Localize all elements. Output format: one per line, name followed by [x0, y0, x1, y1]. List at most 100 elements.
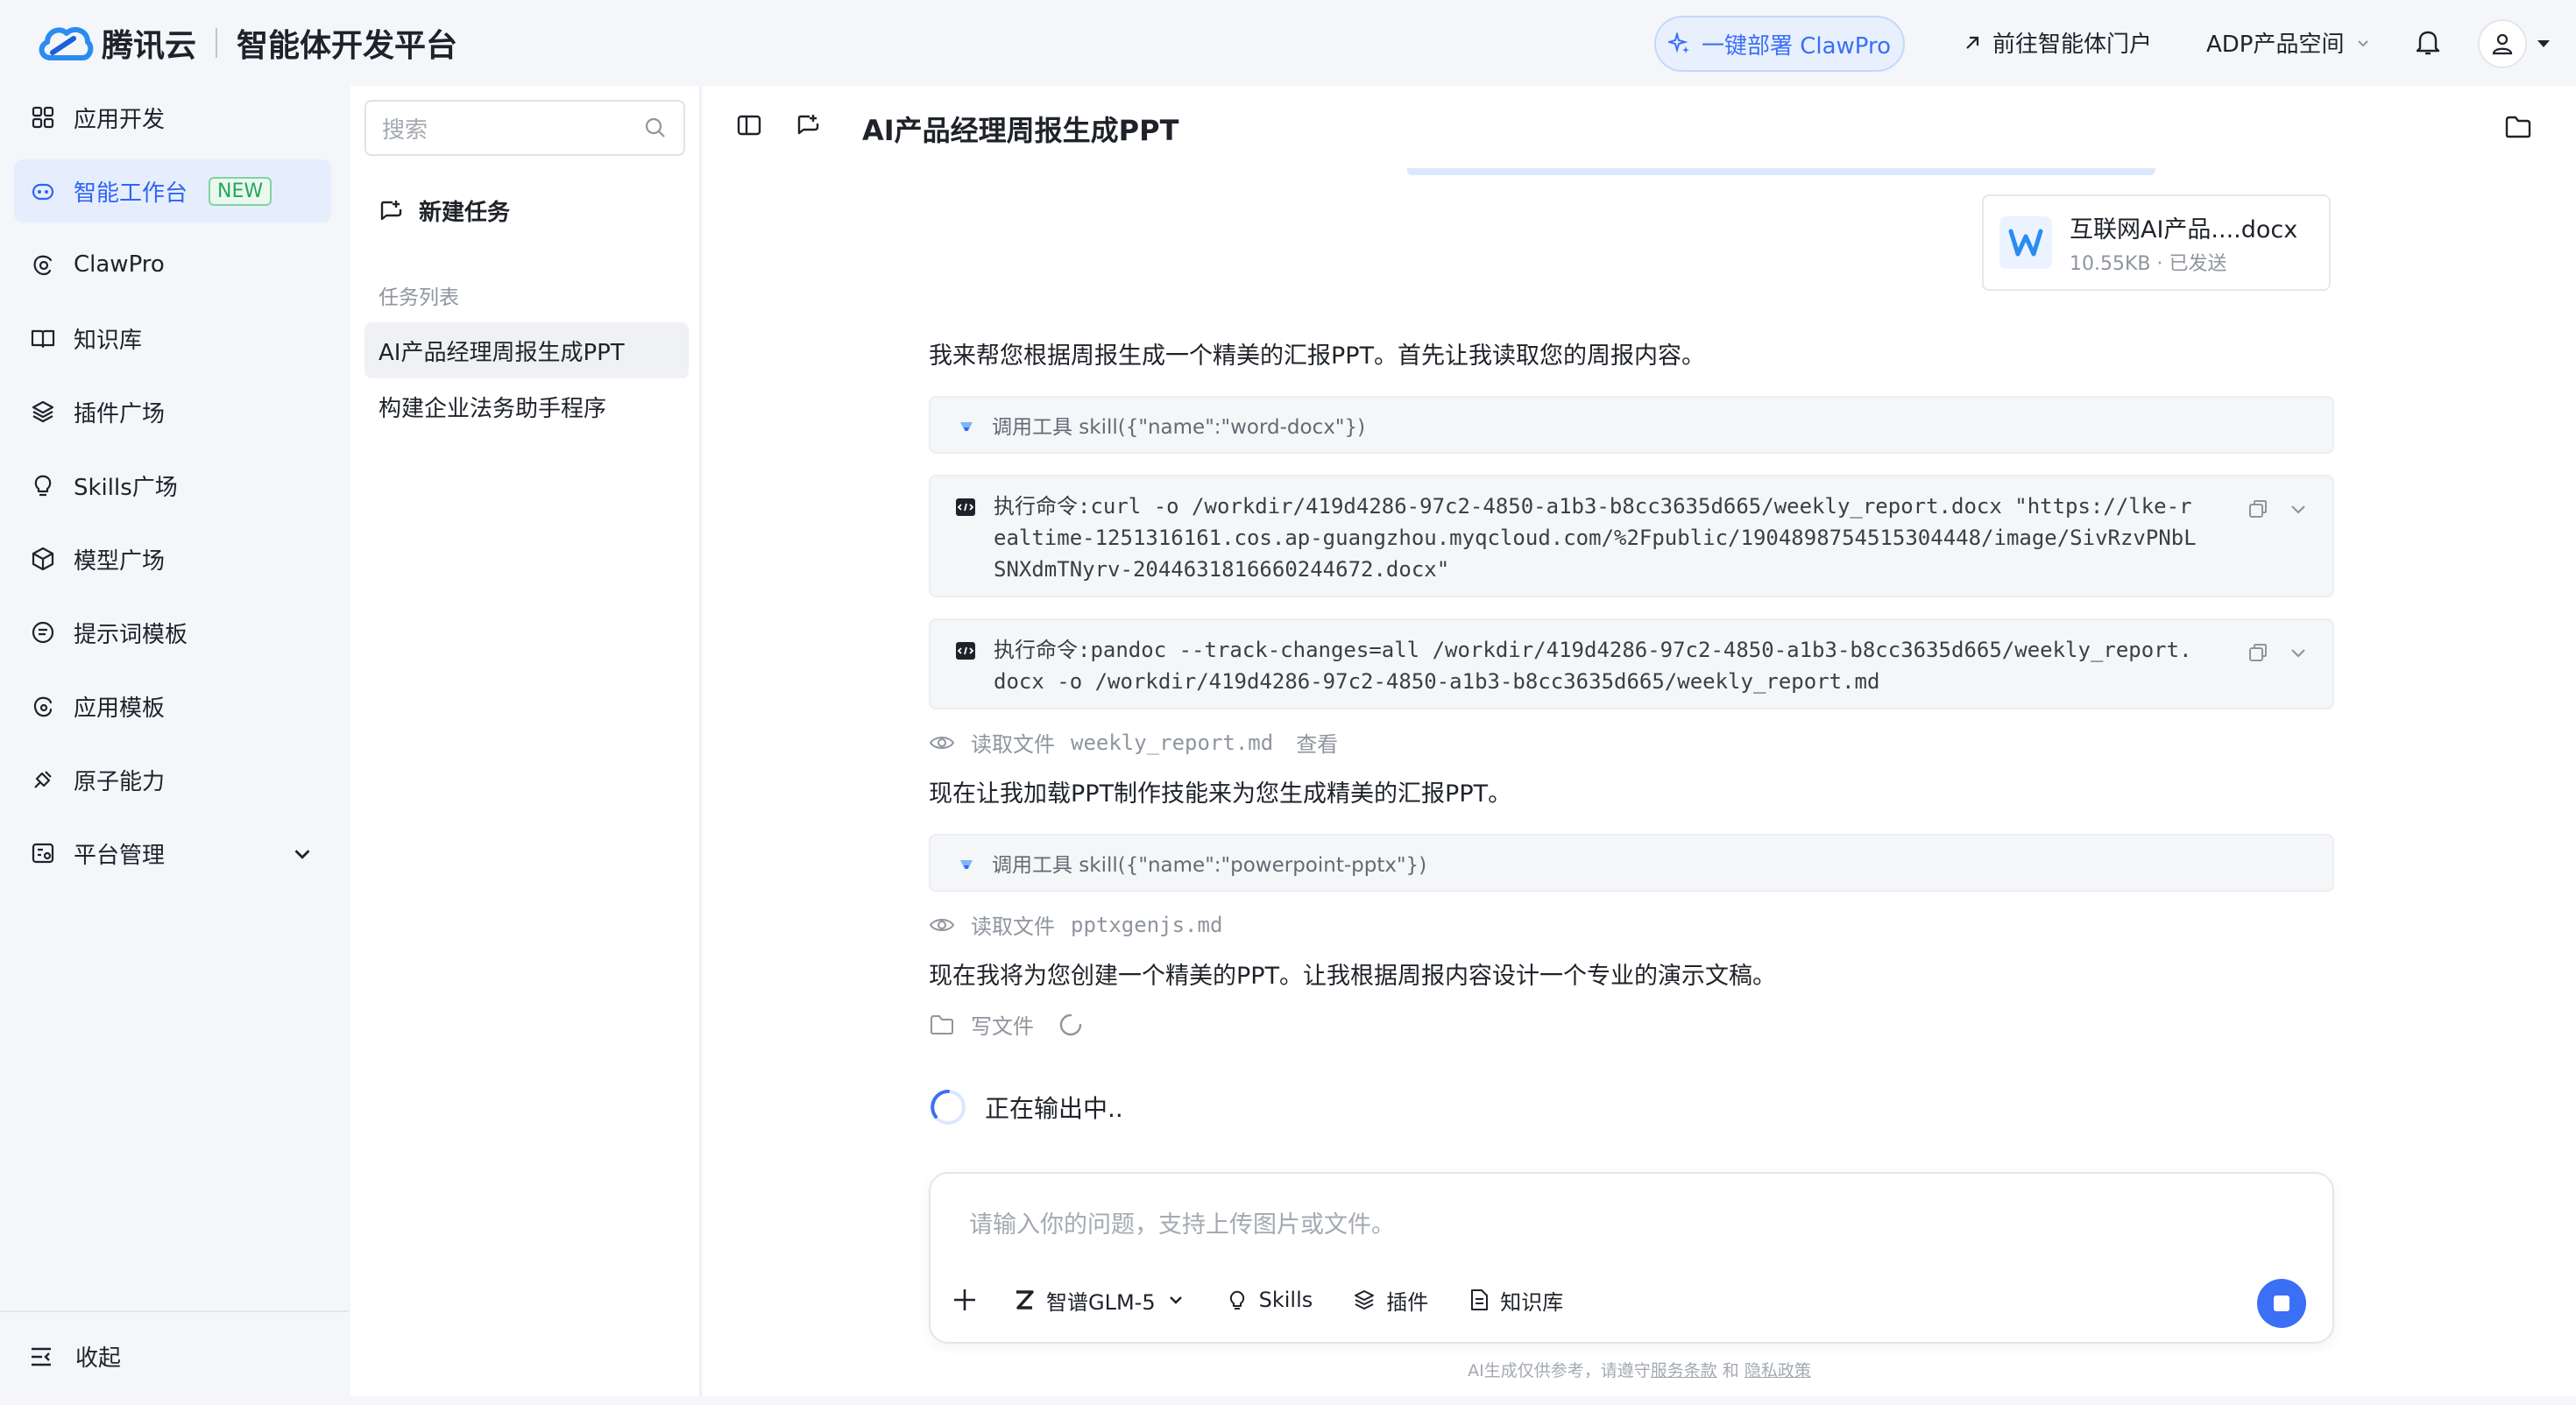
message-icon: [32, 621, 54, 644]
word-file-icon: [1999, 216, 2052, 269]
chevron-down-icon[interactable]: [2287, 498, 2310, 520]
book-icon: [31, 329, 55, 349]
bulb-icon: [1229, 1290, 1244, 1310]
portal-link-label: 前往智能体门户: [1992, 32, 2153, 58]
top-bar: 腾讯云 智能体开发平台 一键部署 ClawPro 前往智能体门户 ADP产品空间: [0, 0, 2576, 86]
write-file-label: 写文件: [971, 1014, 1034, 1039]
files-button[interactable]: [2504, 114, 2532, 140]
sidebar-item-templates[interactable]: 应用模板: [14, 674, 331, 738]
tool-drop-icon: [960, 422, 973, 431]
sidebar-item-skills[interactable]: Skills广场: [14, 454, 331, 517]
tencent-cloud-logo[interactable]: 腾讯云 智能体开发平台: [35, 19, 457, 67]
sidebar-item-app-dev[interactable]: 应用开发: [14, 86, 331, 149]
folder-icon: [2505, 116, 2531, 138]
loading-spinner-icon: [1059, 1013, 1082, 1035]
assistant-message: 我来帮您根据周报生成一个精美的汇报PPT。首先让我读取您的周报内容。: [929, 342, 1706, 370]
task-item[interactable]: AI产品经理周报生成PPT: [364, 322, 689, 378]
notification-bell[interactable]: [2415, 28, 2441, 56]
plugins-button[interactable]: 插件: [1353, 1285, 1428, 1316]
tool-call-label: 调用工具 skill({"name":"word-docx"}): [992, 416, 1366, 439]
output-status-label: 正在输出中..: [985, 1094, 1123, 1123]
chevron-down-icon[interactable]: [289, 841, 315, 867]
user-menu[interactable]: [2478, 19, 2551, 68]
write-file-line: 写文件: [929, 1009, 1083, 1040]
skills-button[interactable]: Skills: [1226, 1288, 1313, 1312]
sidebar-item-atomic[interactable]: 原子能力: [14, 748, 331, 811]
portal-link[interactable]: 前往智能体门户: [1963, 26, 2152, 59]
bell-icon: [2416, 31, 2440, 55]
chevron-down-icon: [2357, 39, 2368, 46]
search-icon: [645, 117, 665, 138]
privacy-link[interactable]: 隐私政策: [1744, 1361, 1811, 1380]
task-panel: 搜索 新建任务 任务列表 AI产品经理周报生成PPT 构建企业法务助手程序: [350, 86, 701, 1396]
collapse-sidebar-button[interactable]: 收起: [28, 1340, 121, 1373]
chat-header: AI产品经理周报生成PPT: [703, 86, 2576, 170]
sidebar-item-models[interactable]: 模型广场: [14, 527, 331, 590]
output-status: 正在输出中..: [929, 1088, 1123, 1126]
terminal-icon: [956, 498, 975, 516]
new-task-label: 新建任务: [419, 200, 511, 226]
skills-label: Skills: [1258, 1288, 1313, 1312]
arrow-up-right-icon: [1966, 36, 1979, 49]
new-badge: NEW: [209, 176, 272, 206]
view-file-link[interactable]: 查看: [1296, 727, 1338, 758]
model-selector[interactable]: 智谱GLM-5: [1013, 1285, 1185, 1316]
deploy-clawpro-button[interactable]: 一键部署 ClawPro: [1654, 16, 1905, 72]
sidebar-nav: 应用开发 智能工作台 NEW ClawPro 知识库 插件广场 Skills广场…: [0, 86, 349, 1405]
sidebar-item-workbench[interactable]: 智能工作台 NEW: [14, 159, 331, 222]
sidebar-item-label: 应用开发: [74, 106, 166, 133]
sidebar-item-platform[interactable]: 平台管理: [14, 822, 331, 885]
eye-icon: [929, 736, 955, 749]
task-list-heading: 任务列表: [379, 286, 459, 309]
model-label: 智谱GLM-5: [1046, 1289, 1156, 1315]
deploy-clawpro-label: 一键部署 ClawPro: [1701, 32, 1892, 60]
knowledge-button[interactable]: 知识库: [1468, 1285, 1563, 1316]
sidebar-item-knowledge[interactable]: 知识库: [14, 307, 331, 370]
command-block[interactable]: 执行命令:curl -o /workdir/419d4286-97c2-4850…: [929, 475, 2334, 597]
tool-call-item[interactable]: 调用工具 skill({"name":"powerpoint-pptx"}): [929, 834, 2334, 892]
read-file-name: weekly_report.md: [1071, 730, 1274, 755]
previous-message-edge: [1407, 168, 2155, 175]
collapse-icon: [32, 1347, 51, 1366]
task-item[interactable]: 构建企业法务助手程序: [364, 378, 689, 434]
user-icon: [2492, 33, 2513, 55]
sidebar-item-plugins[interactable]: 插件广场: [14, 380, 331, 443]
task-search-input[interactable]: 搜索: [364, 100, 685, 156]
stop-generation-button[interactable]: [2257, 1279, 2306, 1328]
add-attachment-button[interactable]: [952, 1287, 978, 1313]
terms-link[interactable]: 服务条款: [1651, 1361, 1717, 1380]
copy-icon[interactable]: [2247, 498, 2269, 520]
read-file-line: 读取文件 weekly_report.md 查看: [929, 727, 1338, 758]
sidebar-divider: [0, 1310, 349, 1312]
read-file-label: 读取文件: [971, 732, 1055, 757]
brand-name: 腾讯云: [102, 28, 197, 64]
sparkle-icon: [1667, 32, 1689, 53]
disclaimer-text: AI生成仅供参考，请遵守: [1468, 1361, 1651, 1380]
new-task-button[interactable]: 新建任务: [379, 194, 510, 227]
logo-divider: [216, 28, 218, 58]
message-input[interactable]: 请输入你的问题，支持上传图片或文件。: [969, 1205, 1395, 1239]
tool-call-item[interactable]: 调用工具 skill({"name":"word-docx"}): [929, 396, 2334, 454]
message-composer[interactable]: 请输入你的问题，支持上传图片或文件。 智谱GLM-5 Skills 插件 知识库: [929, 1172, 2334, 1344]
new-chat-button[interactable]: [796, 112, 822, 138]
copy-icon[interactable]: [2247, 641, 2269, 664]
eye-icon: [929, 918, 955, 931]
command-text: 执行命令:curl -o /workdir/419d4286-97c2-4850…: [994, 494, 2197, 582]
attached-file-card[interactable]: 互联网AI产品....docx 10.55KB · 已发送: [1982, 194, 2331, 291]
chevron-down-icon: [1169, 1296, 1182, 1304]
toggle-panel-button[interactable]: [736, 112, 762, 138]
command-block[interactable]: 执行命令:pandoc --track-changes=all /workdir…: [929, 618, 2334, 710]
product-space-dropdown[interactable]: ADP产品空间: [2206, 26, 2371, 59]
stop-icon: [2274, 1296, 2289, 1311]
chevron-down-icon[interactable]: [2287, 641, 2310, 664]
template-icon: [33, 696, 53, 717]
plus-icon: [954, 1289, 975, 1310]
sidebar-item-clawpro[interactable]: ClawPro: [14, 233, 331, 296]
sidebar-item-label: 应用模板: [74, 695, 166, 722]
sidebar-item-label: 原子能力: [74, 768, 166, 795]
sidebar-item-prompts[interactable]: 提示词模板: [14, 601, 331, 664]
tool-drop-icon: [960, 860, 973, 869]
sidebar-toggle-icon: [737, 115, 761, 136]
avatar[interactable]: [2478, 19, 2527, 68]
assistant-message: 现在让我加载PPT制作技能来为您生成精美的汇报PPT。: [929, 780, 1512, 808]
